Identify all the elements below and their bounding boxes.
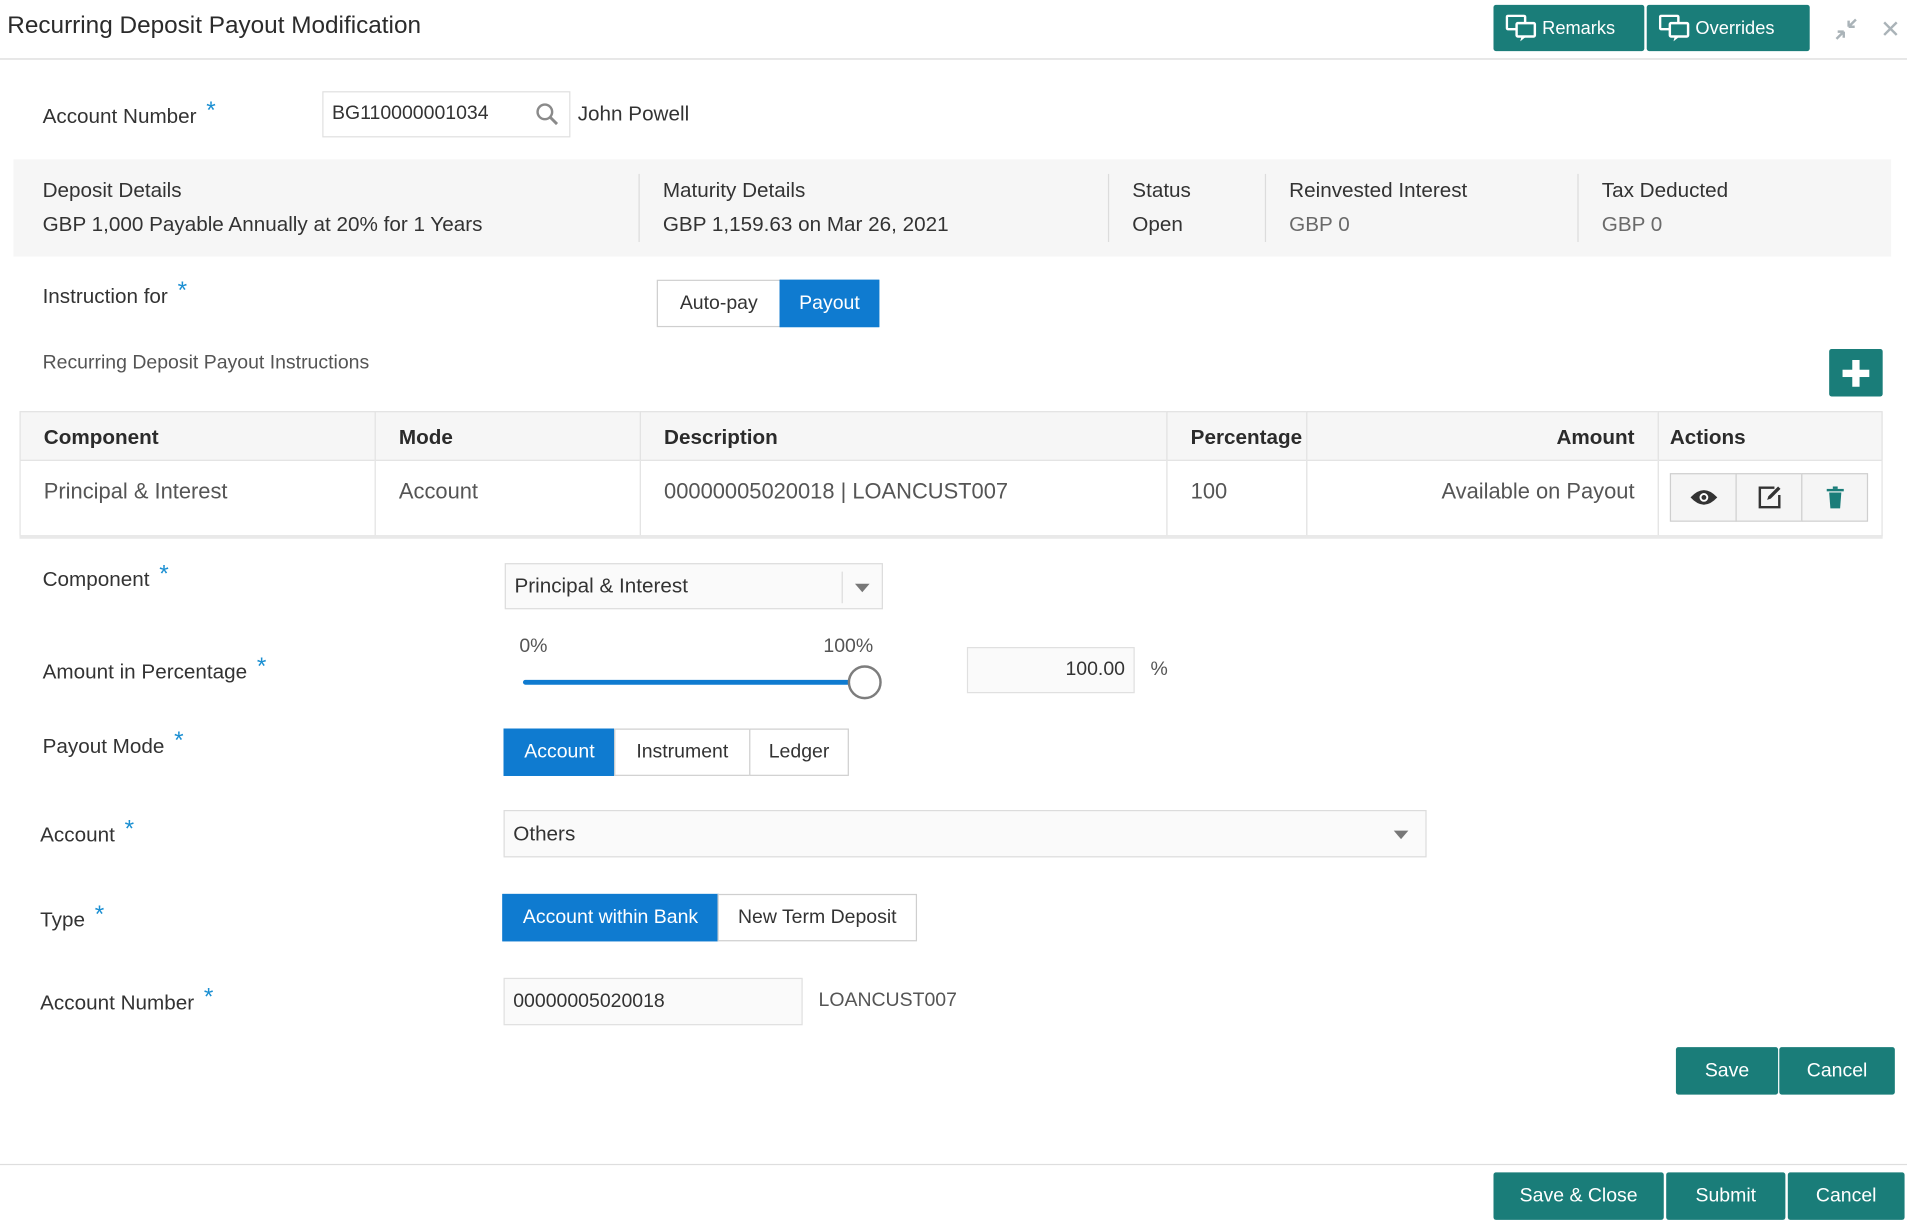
slider-min-label: 0% — [519, 636, 548, 657]
eye-icon — [1689, 490, 1717, 505]
search-icon[interactable] — [535, 102, 559, 126]
close-icon[interactable]: ✕ — [1880, 15, 1900, 45]
cell-description: 00000005020018 | LOANCUST007 — [639, 460, 1168, 537]
option-payout[interactable]: Payout — [779, 279, 880, 328]
cell-actions — [1657, 460, 1883, 537]
percentage-slider-track[interactable] — [522, 679, 864, 685]
remarks-button[interactable]: Remarks — [1493, 4, 1645, 52]
overrides-button[interactable]: Overrides — [1646, 4, 1810, 52]
chat-icon — [1505, 14, 1537, 42]
payout-mode-toggle[interactable]: Account Instrument Ledger — [503, 728, 849, 776]
cell-mode: Account — [374, 460, 641, 537]
trash-icon — [1826, 486, 1844, 509]
percent-symbol: % — [1150, 659, 1168, 680]
chat-icon — [1658, 14, 1690, 42]
add-instruction-button[interactable] — [1829, 349, 1883, 397]
collapse-icon[interactable] — [1834, 17, 1858, 41]
chevron-down-icon — [854, 583, 870, 593]
column-header-percentage: Percentage — [1166, 411, 1308, 461]
cell-amount: Available on Payout — [1306, 460, 1659, 537]
save-and-close-button[interactable]: Save & Close — [1493, 1172, 1664, 1220]
instructions-section-title: Recurring Deposit Payout Instructions — [42, 352, 370, 374]
component-select[interactable]: Principal & Interest — [504, 563, 883, 610]
slider-max-label: 100% — [823, 636, 874, 657]
column-header-actions: Actions — [1657, 411, 1883, 461]
cancel-button[interactable]: Cancel — [1779, 1047, 1895, 1095]
delete-button[interactable] — [1801, 473, 1869, 522]
status-value: Open — [1132, 212, 1183, 236]
edit-icon — [1758, 486, 1780, 509]
deposit-summary: Deposit Details GBP 1,000 Payable Annual… — [13, 159, 1892, 257]
save-button[interactable]: Save — [1675, 1047, 1779, 1095]
table-bottom-border — [19, 535, 1883, 539]
view-button[interactable] — [1669, 473, 1737, 522]
payout-account-number-label: Account Number * — [40, 983, 214, 1015]
component-select-value: Principal & Interest — [514, 574, 688, 598]
amount-percentage-input[interactable]: 100.00 — [966, 647, 1135, 694]
type-toggle[interactable]: Account within Bank New Term Deposit — [502, 893, 918, 942]
payout-account-number-input[interactable]: 00000005020018 — [503, 977, 803, 1026]
percentage-slider-handle[interactable] — [847, 665, 882, 700]
payout-mode-label: Payout Mode * — [42, 727, 184, 758]
page-title: Recurring Deposit Payout Modification — [7, 12, 422, 39]
component-label: Component * — [42, 560, 169, 592]
plus-icon — [1842, 359, 1870, 387]
edit-button[interactable] — [1735, 473, 1803, 522]
amount-percentage-value: 100.00 — [1065, 659, 1125, 680]
account-select-value: Others — [513, 821, 576, 845]
option-account[interactable]: Account — [503, 728, 616, 776]
account-number-label: Account Number * — [42, 97, 216, 128]
footer-cancel-button[interactable]: Cancel — [1787, 1172, 1905, 1220]
account-number-value: BG110000001034 — [332, 103, 489, 125]
option-auto-pay[interactable]: Auto-pay — [656, 279, 781, 328]
column-header-component: Component — [19, 411, 376, 461]
instruction-for-label: Instruction for * — [42, 277, 188, 308]
amount-percentage-label: Amount in Percentage * — [42, 653, 267, 684]
option-ledger[interactable]: Ledger — [749, 728, 849, 776]
instructions-table: Component Mode Description Percentage Am… — [19, 411, 1883, 539]
account-number-input[interactable]: BG110000001034 — [322, 91, 571, 138]
option-instrument[interactable]: Instrument — [614, 728, 751, 776]
footer-divider — [0, 1163, 1907, 1166]
account-select[interactable]: Others — [503, 809, 1427, 858]
payout-account-number-value: 00000005020018 — [513, 990, 665, 1012]
column-header-amount: Amount — [1306, 411, 1659, 461]
header-divider — [0, 58, 1907, 60]
cell-percentage: 100 — [1166, 460, 1308, 537]
instruction-for-toggle[interactable]: Auto-pay Payout — [656, 279, 880, 328]
account-label: Account * — [40, 816, 135, 847]
option-account-within-bank[interactable]: Account within Bank — [502, 893, 719, 942]
page: Recurring Deposit Payout Modification Re… — [0, 0, 1907, 1228]
customer-name: John Powell — [577, 102, 690, 126]
chevron-down-icon — [1393, 830, 1409, 840]
type-label: Type * — [40, 901, 105, 932]
remarks-label: Remarks — [1542, 17, 1616, 39]
overrides-label: Overrides — [1695, 17, 1775, 39]
cell-component: Principal & Interest — [19, 460, 376, 537]
submit-button[interactable]: Submit — [1666, 1172, 1786, 1220]
payout-account-name: LOANCUST007 — [818, 989, 957, 1011]
column-header-description: Description — [639, 411, 1168, 461]
option-new-term-deposit[interactable]: New Term Deposit — [717, 893, 918, 942]
column-header-mode: Mode — [374, 411, 641, 461]
